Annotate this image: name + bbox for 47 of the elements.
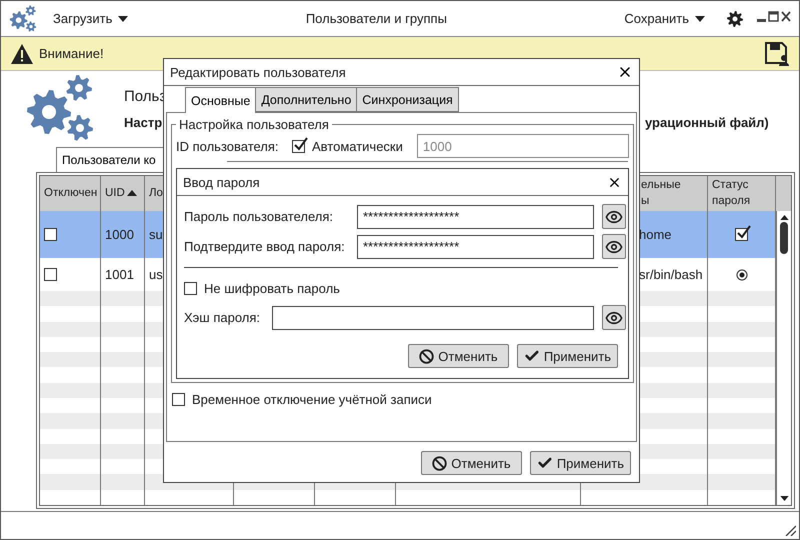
dialog-tab[interactable]: Дополнительно	[255, 87, 358, 112]
password-field[interactable]: *******************	[357, 204, 594, 228]
password-field[interactable]: *******************	[357, 234, 594, 258]
cancel-icon	[419, 348, 434, 364]
scroll-up-icon[interactable]	[780, 215, 788, 220]
warning-text: Внимание!	[39, 46, 105, 61]
apply-button[interactable]: Применить	[530, 451, 631, 475]
checkbox[interactable]	[184, 282, 197, 295]
show-password-button[interactable]	[602, 234, 626, 259]
header-subtitle: урационный файл)	[645, 115, 769, 130]
load-menu[interactable]: Загрузить	[53, 11, 128, 26]
scrollbar[interactable]	[776, 211, 791, 505]
checkbox[interactable]	[172, 393, 185, 406]
apply-button[interactable]: Применить	[517, 344, 618, 368]
save-menu[interactable]: Сохранить	[624, 11, 705, 26]
checkbox-label: Автоматически	[312, 138, 403, 154]
cancel-icon	[432, 456, 448, 470]
dialog-tab[interactable]: Синхронизация	[356, 87, 459, 112]
cancel-button[interactable]: Отменить	[421, 451, 522, 475]
cancel-button[interactable]: Отменить	[408, 344, 509, 368]
radio-button[interactable]	[736, 268, 748, 280]
hash-field[interactable]	[272, 306, 594, 330]
checkbox[interactable]	[44, 268, 57, 281]
checkbox[interactable]	[44, 228, 57, 241]
show-password-button[interactable]	[602, 204, 626, 229]
save-user-icon[interactable]	[765, 42, 789, 66]
gears-icon	[9, 4, 37, 32]
id-label: ID пользователя:	[176, 138, 280, 154]
field-label: Хэш пароля:	[184, 310, 262, 325]
checkbox-label: Временное отключение учётной записи	[192, 392, 432, 407]
settings-icon[interactable]	[727, 10, 743, 26]
dialog-tab[interactable]: Основные	[185, 87, 256, 113]
dialog-title: Редактировать пользователя	[170, 64, 346, 80]
caret-icon	[695, 16, 705, 22]
dialog-title: Ввод пароля	[183, 174, 260, 190]
group-title: Настройка пользователя	[178, 117, 330, 132]
warning-icon	[11, 44, 33, 64]
resize-grip-icon[interactable]	[784, 524, 796, 536]
scroll-down-icon[interactable]	[780, 496, 788, 501]
show-password-button[interactable]	[602, 305, 626, 330]
header-subtitle: Настр	[124, 115, 162, 130]
caret-icon	[118, 16, 128, 22]
page-tab[interactable]: Пользователи ко	[56, 147, 166, 172]
checkbox[interactable]	[735, 228, 748, 241]
scroll-thumb[interactable]	[780, 222, 788, 254]
checkbox[interactable]	[292, 140, 305, 152]
window-title: Пользователи и группы	[304, 11, 448, 26]
